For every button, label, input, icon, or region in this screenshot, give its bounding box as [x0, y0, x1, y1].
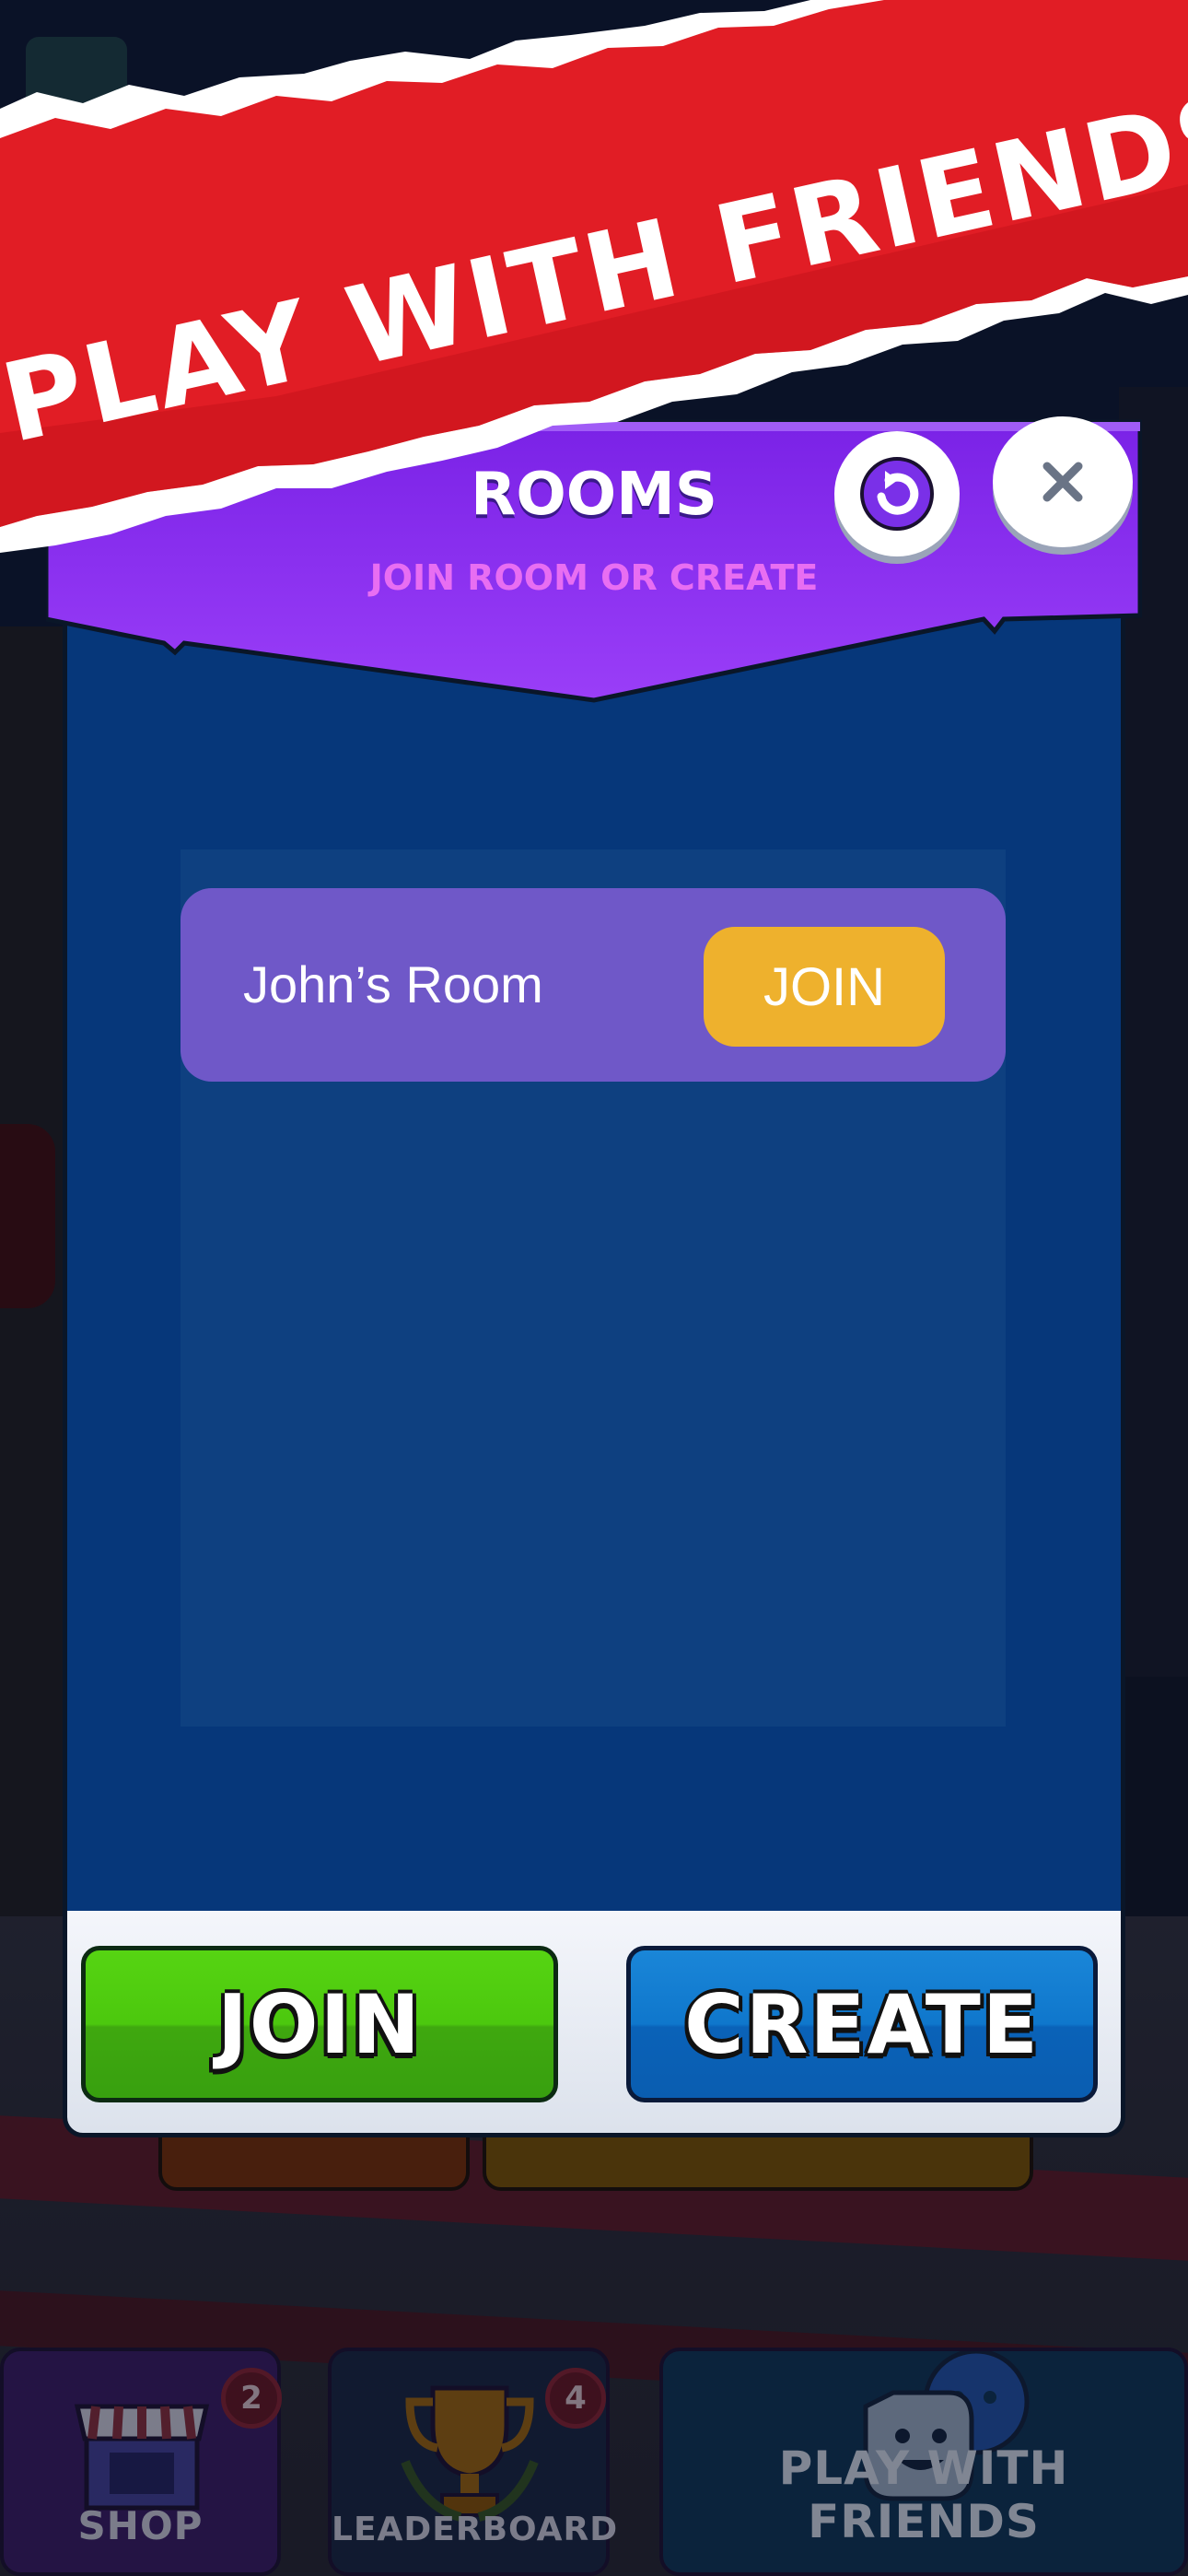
room-item[interactable]: John’s Room JOIN: [181, 888, 1006, 1082]
room-join-button[interactable]: JOIN: [704, 927, 945, 1047]
room-name: John’s Room: [243, 955, 543, 1013]
join-button[interactable]: JOIN: [81, 1946, 558, 2102]
create-button[interactable]: CREATE: [626, 1946, 1098, 2102]
